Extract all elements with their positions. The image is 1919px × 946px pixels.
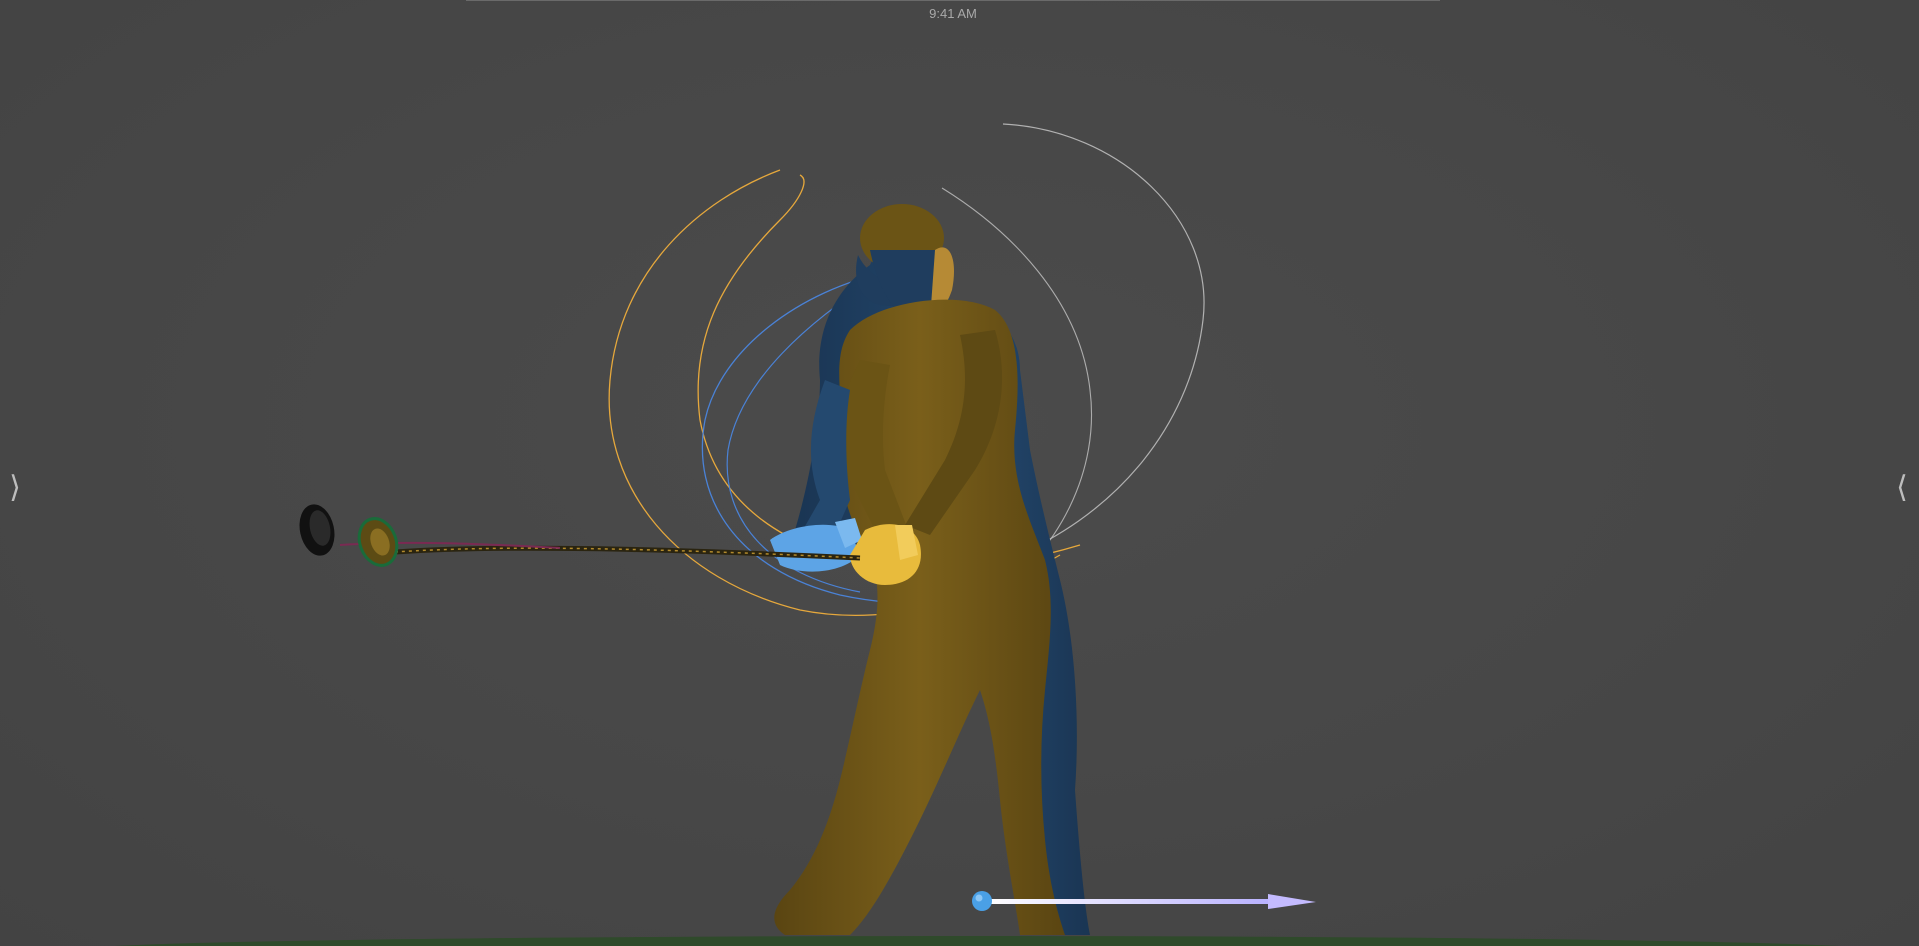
swing-scene[interactable] bbox=[0, 0, 1919, 946]
chevron-right-icon: ⟩ bbox=[9, 470, 21, 505]
club-head-icon bbox=[299, 504, 399, 567]
swing-viewer: 9:41 AM ⟩ ⟨ bbox=[0, 0, 1919, 946]
previous-frame-button[interactable]: ⟩ bbox=[4, 470, 26, 506]
chevron-left-icon: ⟨ bbox=[1896, 470, 1908, 505]
golf-ball[interactable] bbox=[972, 891, 992, 911]
next-frame-button[interactable]: ⟨ bbox=[1891, 470, 1913, 506]
grip-hands bbox=[770, 518, 921, 585]
